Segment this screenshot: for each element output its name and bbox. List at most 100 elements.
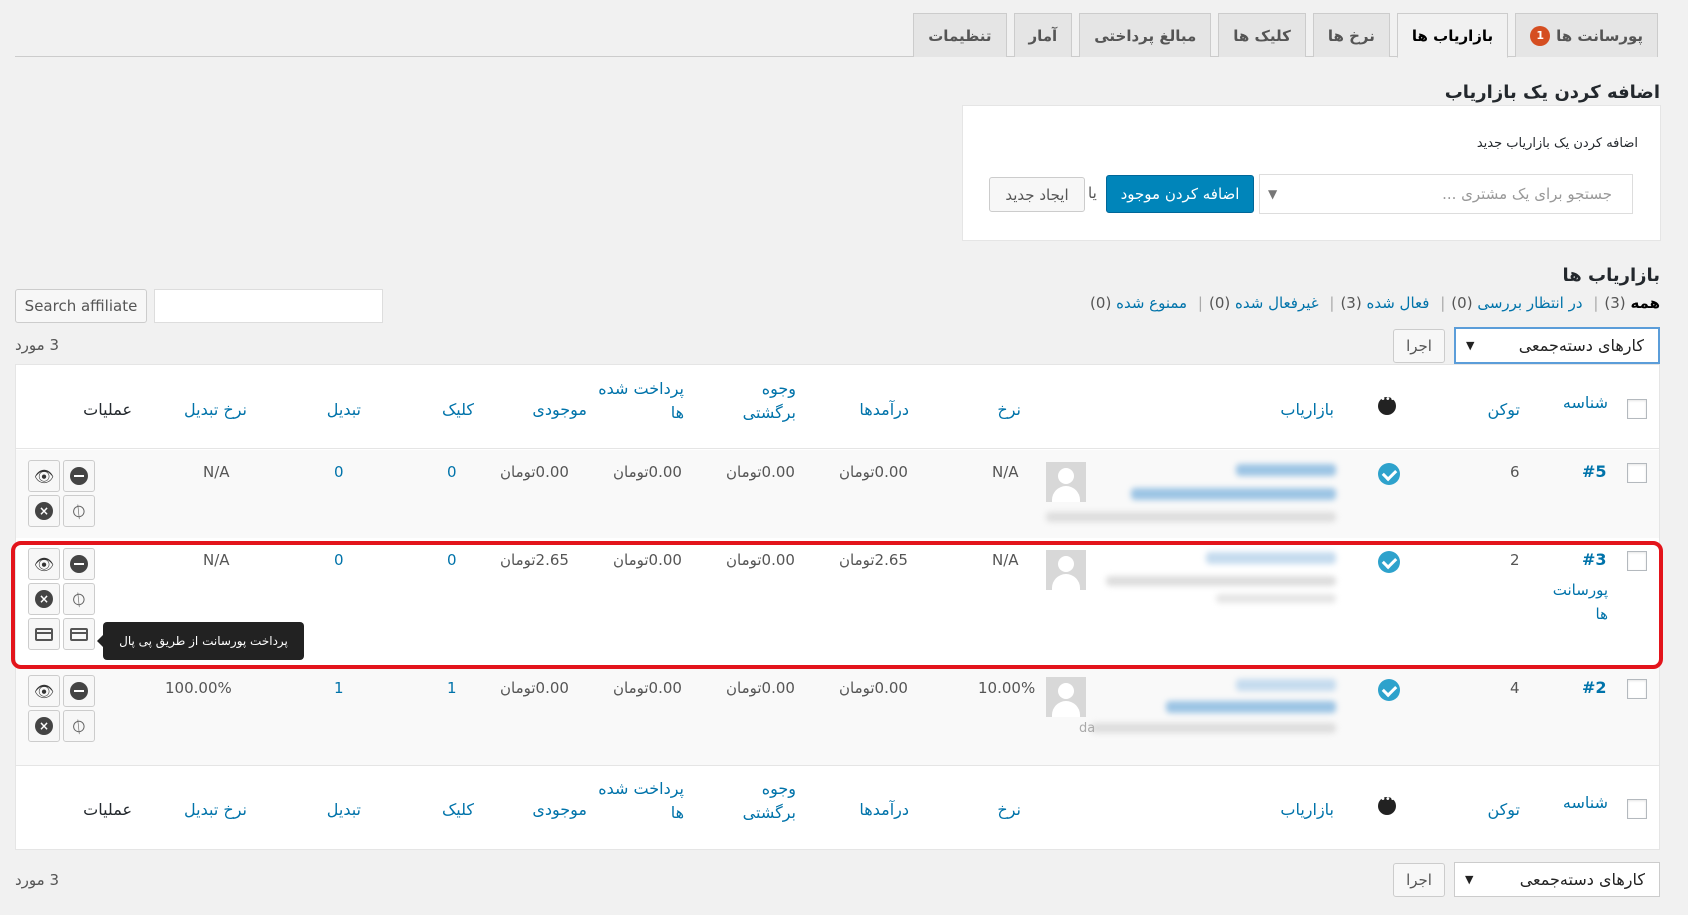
link-button[interactable]: ∅ (63, 583, 95, 615)
chevron-down-icon: ▼ (1268, 187, 1278, 201)
filter-banned[interactable]: ممنوع شده (0) (1090, 294, 1187, 312)
col-earnings[interactable]: درآمدها (859, 398, 909, 422)
ban-button[interactable]: × (28, 495, 60, 527)
select-all-checkbox[interactable] (1627, 399, 1647, 419)
table-footer: شناسه توکن بازاریاب نرخ درآمدها وجوه برگش… (16, 765, 1659, 849)
deactivate-button[interactable] (63, 675, 95, 707)
col-paid[interactable]: پرداخت شده ها (598, 377, 684, 425)
conversions-value[interactable]: 0 (334, 551, 344, 569)
tab-payouts[interactable]: مبالغ پرداختی (1079, 13, 1212, 57)
deactivate-button[interactable] (63, 548, 95, 580)
tab-clicks[interactable]: کلیک ها (1218, 13, 1306, 57)
search-affiliate-button[interactable]: Search affiliate (15, 289, 147, 323)
col-rate[interactable]: نرخ (997, 398, 1021, 422)
affiliate-meta-redacted (1216, 594, 1336, 603)
conversions-value[interactable]: 0 (334, 463, 344, 481)
view-button[interactable]: 👁 (28, 548, 60, 580)
col-token[interactable]: توکن (1487, 398, 1520, 422)
eye-icon: 👁 (33, 466, 55, 486)
col-conversion-rate[interactable]: نرخ تبدیل (184, 798, 247, 822)
tab-rates[interactable]: نرخ ها (1312, 13, 1390, 57)
payout-button[interactable] (28, 618, 60, 650)
tab-commissions[interactable]: پورسانت ها 1 (1515, 13, 1658, 57)
add-existing-button[interactable]: اضافه کردن موجود (1106, 175, 1254, 213)
link-button[interactable]: ∅ (63, 495, 95, 527)
col-refunds-line2: برگشتی (742, 403, 796, 422)
create-new-button[interactable]: ایجاد جدید (989, 177, 1085, 212)
affiliate-id-link[interactable]: #2 (1582, 678, 1607, 697)
select-all-checkbox-footer[interactable] (1627, 799, 1647, 819)
col-affiliate[interactable]: بازاریاب (1280, 798, 1334, 822)
customer-search-select[interactable]: جستجو برای یک مشتری ... ▼ (1259, 174, 1633, 214)
row-checkbox[interactable] (1627, 463, 1647, 483)
search-input[interactable] (154, 289, 383, 323)
col-conversion-rate[interactable]: نرخ تبدیل (184, 398, 247, 422)
col-refunds[interactable]: وجوه برگشتی (743, 377, 796, 425)
filter-inactive[interactable]: غیرفعال شده (0) (1209, 294, 1319, 312)
row-checkbox[interactable] (1627, 679, 1647, 699)
conversion-rate-value: N/A (203, 551, 230, 569)
close-circle-icon: × (35, 590, 53, 608)
col-token[interactable]: توکن (1487, 798, 1520, 822)
status-icon (1378, 394, 1396, 415)
refunds-value: 0.00تومان (726, 679, 795, 697)
affiliate-id-link[interactable]: #5 (1582, 462, 1607, 481)
apply-button-top[interactable]: اجرا (1393, 329, 1445, 363)
view-button[interactable]: 👁 (28, 675, 60, 707)
items-count-top: 3 مورد (15, 336, 60, 354)
col-conversions[interactable]: تبدیل (327, 798, 361, 822)
row-checkbox[interactable] (1627, 551, 1647, 571)
link-button[interactable]: ∅ (63, 710, 95, 742)
tab-stats[interactable]: آمار (1013, 13, 1073, 57)
col-paid[interactable]: پرداخت شده ها (598, 777, 684, 825)
col-clicks[interactable]: کلیک (442, 398, 474, 422)
table-row: #2 4 da 10.00% 0.00تومان 0.00تومان 0.00ت… (16, 665, 1659, 765)
filter-active[interactable]: فعال شده (3) (1340, 294, 1429, 312)
refunds-value: 0.00تومان (726, 551, 795, 569)
commissions-link[interactable]: پورسانت ها (1553, 578, 1608, 626)
col-affiliate[interactable]: بازاریاب (1280, 398, 1334, 422)
col-earnings[interactable]: درآمدها (859, 798, 909, 822)
col-clicks[interactable]: کلیک (442, 798, 474, 822)
tab-settings[interactable]: تنظیمات (913, 13, 1007, 57)
conversions-value[interactable]: 1 (334, 679, 344, 697)
ban-button[interactable]: × (28, 583, 60, 615)
filter-all[interactable]: همه (3) (1604, 294, 1660, 312)
commissions-link-line2: ها (1595, 605, 1608, 623)
deactivate-button[interactable] (63, 460, 95, 492)
view-button[interactable]: 👁 (28, 460, 60, 492)
col-rate[interactable]: نرخ (997, 798, 1021, 822)
col-conversions[interactable]: تبدیل (327, 398, 361, 422)
bulk-actions-select-top[interactable]: کارهای دسته‌جمعی ▼ (1454, 327, 1660, 364)
col-refunds[interactable]: وجوه برگشتی (743, 777, 796, 825)
active-check-icon (1378, 679, 1400, 701)
clicks-value[interactable]: 0 (447, 463, 457, 481)
col-id[interactable]: شناسه (1563, 791, 1608, 815)
avatar (1046, 677, 1086, 717)
avatar (1046, 550, 1086, 590)
clicks-value[interactable]: 1 (447, 679, 457, 697)
or-text: یا (1088, 184, 1097, 202)
earnings-value: 2.65تومان (839, 551, 908, 569)
close-circle-icon: × (35, 717, 53, 735)
col-paid-line2: ها (670, 803, 684, 822)
col-balance[interactable]: موجودی (532, 398, 587, 422)
tab-label: بازاریاب ها (1411, 26, 1494, 45)
paypal-payout-button[interactable] (63, 618, 95, 650)
eye-icon: 👁 (33, 681, 55, 701)
col-id[interactable]: شناسه (1563, 391, 1608, 415)
filter-pending[interactable]: در انتظار بررسی (0) (1451, 294, 1582, 312)
affiliate-email-redacted (1131, 488, 1336, 500)
apply-button-bottom[interactable]: اجرا (1393, 863, 1445, 897)
tab-label: کلیک ها (1233, 26, 1291, 45)
bulk-actions-select-bottom[interactable]: کارهای دسته‌جمعی ▼ (1454, 862, 1660, 897)
affiliate-meta-redacted (1091, 723, 1336, 733)
ban-button[interactable]: × (28, 710, 60, 742)
bulk-actions-value: کارهای دسته‌جمعی (1518, 336, 1644, 355)
tab-affiliates[interactable]: بازاریاب ها (1396, 13, 1509, 58)
avatar (1046, 462, 1086, 502)
col-balance[interactable]: موجودی (532, 798, 587, 822)
clicks-value[interactable]: 0 (447, 551, 457, 569)
affiliate-id-link[interactable]: #3 (1582, 550, 1607, 569)
active-check-icon (1378, 463, 1400, 485)
